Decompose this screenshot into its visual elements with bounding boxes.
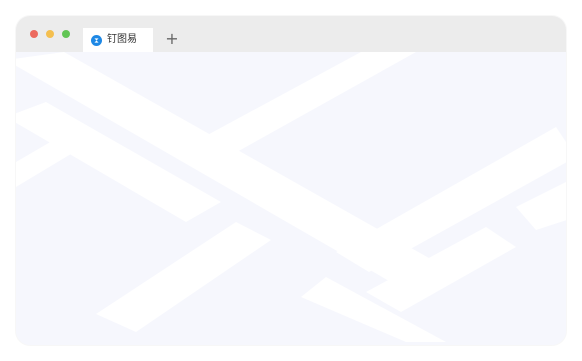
background-pattern bbox=[16, 52, 566, 345]
minimize-window-button[interactable] bbox=[46, 30, 54, 38]
app-logo-glyph bbox=[94, 37, 99, 43]
close-window-button[interactable] bbox=[30, 30, 38, 38]
title-bar: 钉图易 + bbox=[16, 16, 566, 52]
tab-dingtuyi[interactable]: 钉图易 bbox=[83, 28, 153, 52]
plus-icon: + bbox=[165, 29, 179, 48]
app-logo-icon bbox=[91, 34, 102, 46]
tab-label: 钉图易 bbox=[107, 34, 137, 45]
maximize-window-button[interactable] bbox=[62, 30, 70, 38]
new-tab-button[interactable]: + bbox=[165, 29, 179, 48]
page-content bbox=[16, 52, 566, 345]
browser-window: 钉图易 + bbox=[16, 16, 566, 345]
